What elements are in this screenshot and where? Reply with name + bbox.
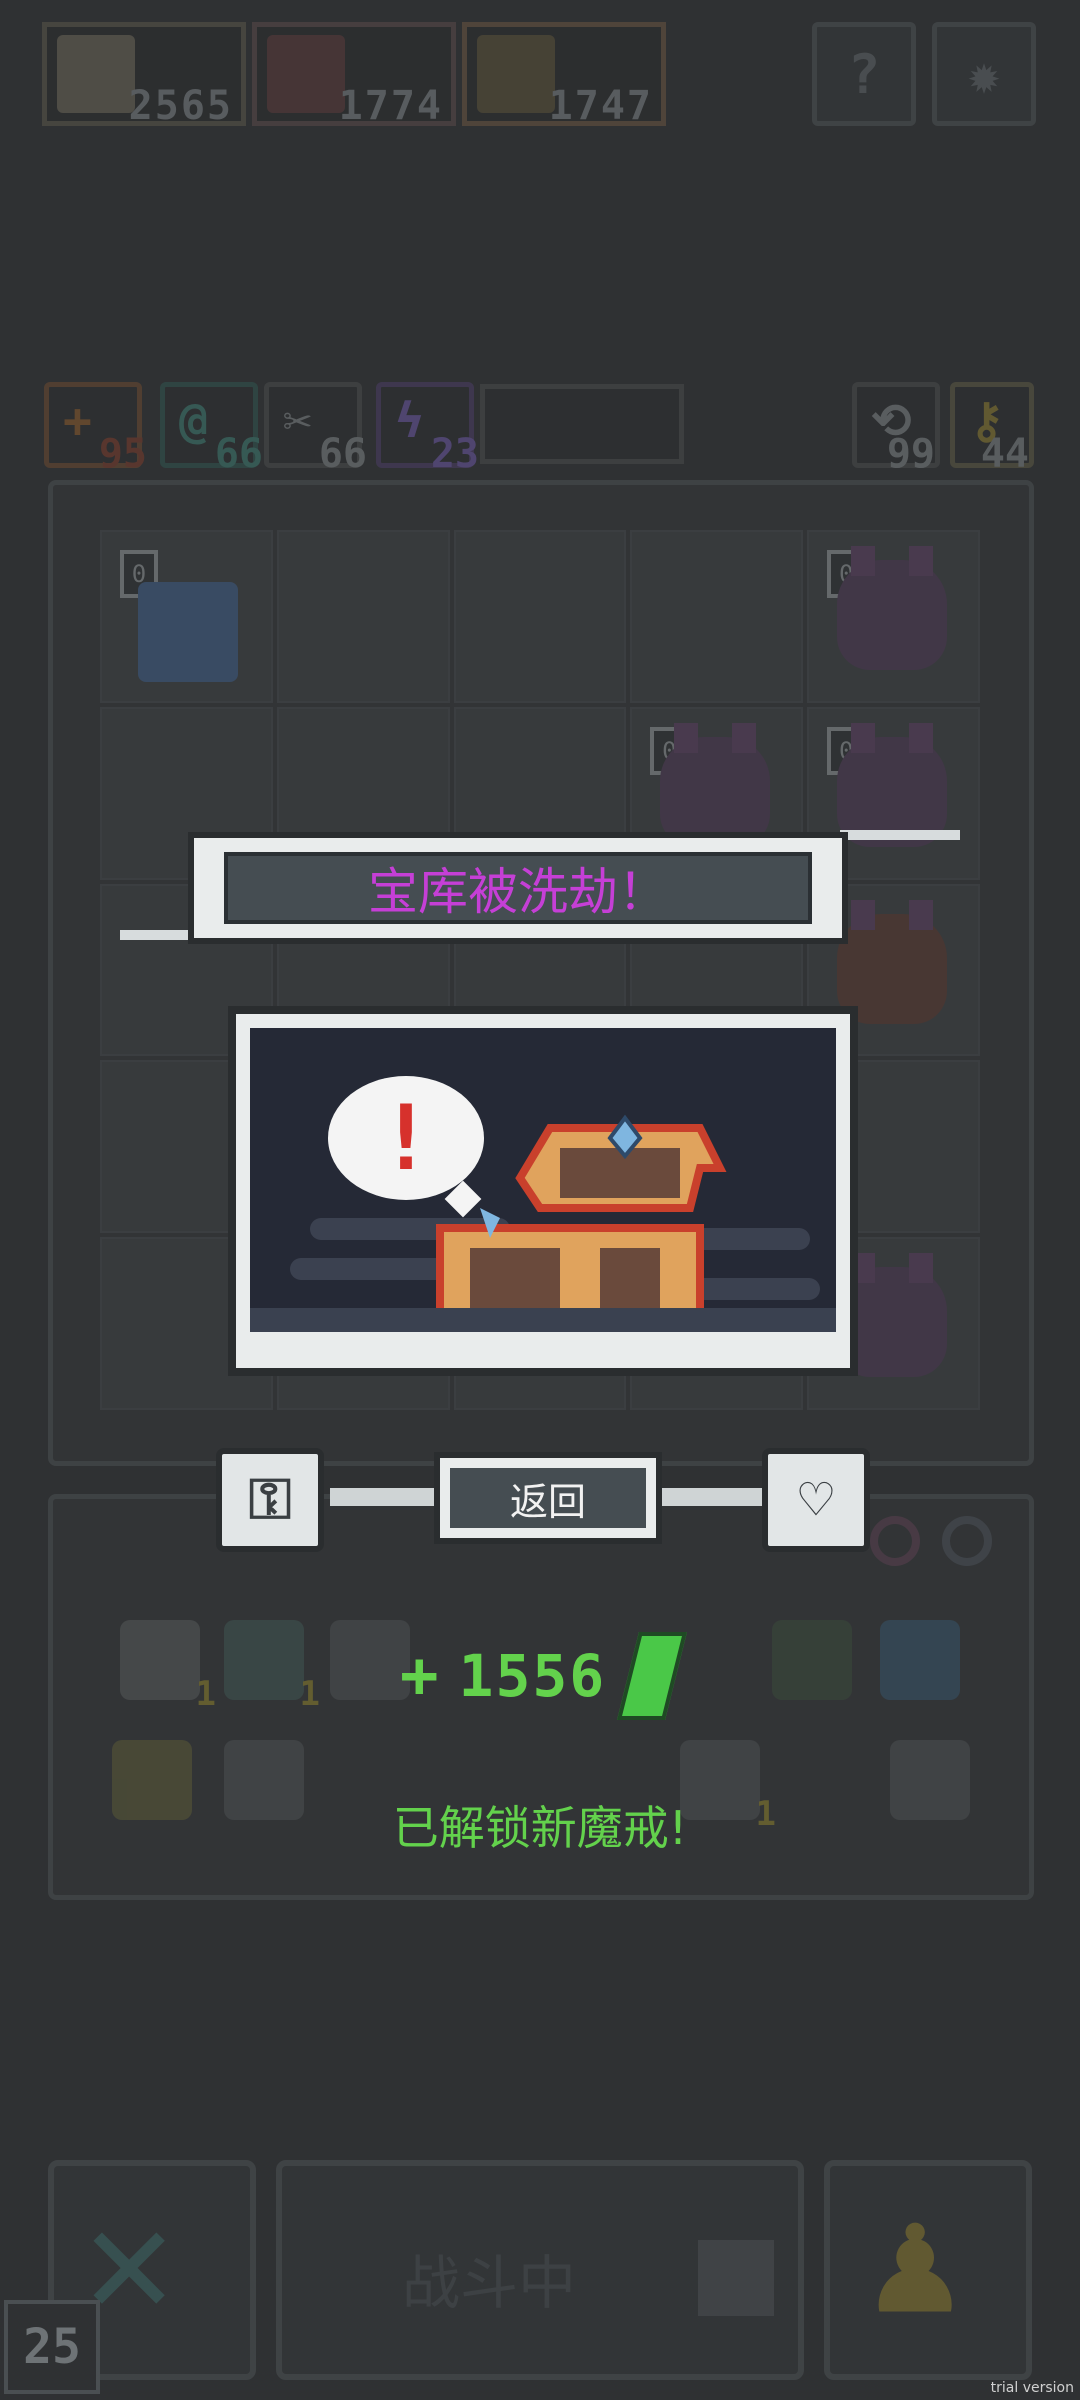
stat-bar-empty xyxy=(480,384,684,464)
attack-icon: + xyxy=(63,393,92,449)
hero-button[interactable]: ♟ xyxy=(824,2160,1032,2380)
counter-key-value: 44 xyxy=(980,431,1029,477)
wings-icon: ✂ xyxy=(283,393,312,449)
help-button[interactable]: ? xyxy=(812,22,916,126)
scene-floor xyxy=(250,1308,836,1332)
stat-speed-value: 66 xyxy=(318,431,367,477)
ring-icon xyxy=(942,1516,992,1566)
battle-label: 战斗中 xyxy=(402,2249,577,2317)
back-button[interactable]: 返回 xyxy=(434,1452,662,1544)
stat-speed: ✂ 66 xyxy=(264,382,367,477)
scene-view: ! xyxy=(250,1028,836,1332)
resource-hero-value: 2565 xyxy=(128,83,233,129)
keyhole-icon: ⚿ xyxy=(248,1467,292,1532)
board-cell[interactable] xyxy=(630,530,804,703)
book-icon xyxy=(698,2240,774,2316)
ring-icons xyxy=(870,1516,1020,1576)
resource-hero: 2565 xyxy=(42,22,246,129)
lightning-icon: ϟ xyxy=(395,393,424,449)
resource-wand-value: 1747 xyxy=(548,83,653,129)
gem-shield-button[interactable]: ♡ xyxy=(762,1448,870,1552)
unlock-message: 已解锁新魔戒! xyxy=(392,1801,688,1855)
counter-refresh[interactable]: ⟲ 99 xyxy=(852,382,940,477)
demon-icon xyxy=(660,722,771,847)
help-button-label: ? xyxy=(847,42,881,106)
stat-magic-value: 66 xyxy=(214,431,263,477)
level-value: 25 xyxy=(23,2319,81,2375)
magic-wand-icon xyxy=(477,35,555,113)
pawn-icon: ♟ xyxy=(870,2174,961,2348)
reward-amount: 1556 xyxy=(458,1642,607,1710)
bone-item-icon[interactable]: 1 xyxy=(120,1620,216,1714)
gear-icon: ✹ xyxy=(967,42,1001,106)
item-quantity: 1 xyxy=(299,1674,320,1714)
stat-magic: @ 66 xyxy=(160,382,263,477)
vault-icon xyxy=(138,582,238,682)
modal-scene: ! xyxy=(228,1006,858,1376)
board-cell[interactable]: 0 xyxy=(100,530,273,703)
resource-demon: 1774 xyxy=(252,22,456,129)
board-cell[interactable] xyxy=(453,530,627,703)
counter-refresh-value: 99 xyxy=(886,431,935,477)
stat-energy-value: 23 xyxy=(430,431,479,477)
stat-attack: + 95 xyxy=(44,382,147,477)
board-cell[interactable]: 0 xyxy=(807,530,980,703)
heart-gem-icon: ♡ xyxy=(799,1467,833,1533)
modal-title-banner: 宝库被洗劫！ xyxy=(188,832,848,944)
horn-item-icon[interactable] xyxy=(880,1620,960,1700)
back-button-label: 返回 xyxy=(450,1468,646,1528)
reward-line: + 1556 xyxy=(400,1628,688,1724)
banner-sword-right xyxy=(840,830,960,840)
map-item-icon[interactable] xyxy=(772,1620,852,1700)
keyhole-button[interactable]: ⚿ xyxy=(216,1448,324,1552)
demon-icon xyxy=(837,546,948,670)
level-indicator: 25 xyxy=(4,2300,100,2394)
ring-icon xyxy=(870,1516,920,1566)
stone-item-icon[interactable] xyxy=(330,1620,410,1700)
demon-portrait-icon xyxy=(267,35,345,113)
item-quantity: 1 xyxy=(195,1674,216,1714)
trial-watermark: trial version xyxy=(990,2380,1074,2396)
board-cell[interactable] xyxy=(276,530,450,703)
modal-title: 宝库被洗劫！ xyxy=(224,852,812,924)
battle-status-panel: 战斗中 xyxy=(276,2160,804,2380)
stat-energy: ϟ 23 xyxy=(376,382,479,477)
resource-demon-value: 1774 xyxy=(338,83,443,129)
reward-plus: + xyxy=(400,1639,439,1713)
magic-icon: @ xyxy=(179,393,208,449)
hero-portrait-icon xyxy=(57,35,135,113)
treasure-chest-icon xyxy=(436,1114,727,1332)
settings-button[interactable]: ✹ xyxy=(932,22,1036,126)
resource-wand: 1747 xyxy=(462,22,666,129)
heart-shield-item-icon[interactable]: 1 xyxy=(224,1620,320,1714)
stat-attack-value: 95 xyxy=(98,431,147,477)
counter-key[interactable]: ⚷ 44 xyxy=(950,382,1034,477)
